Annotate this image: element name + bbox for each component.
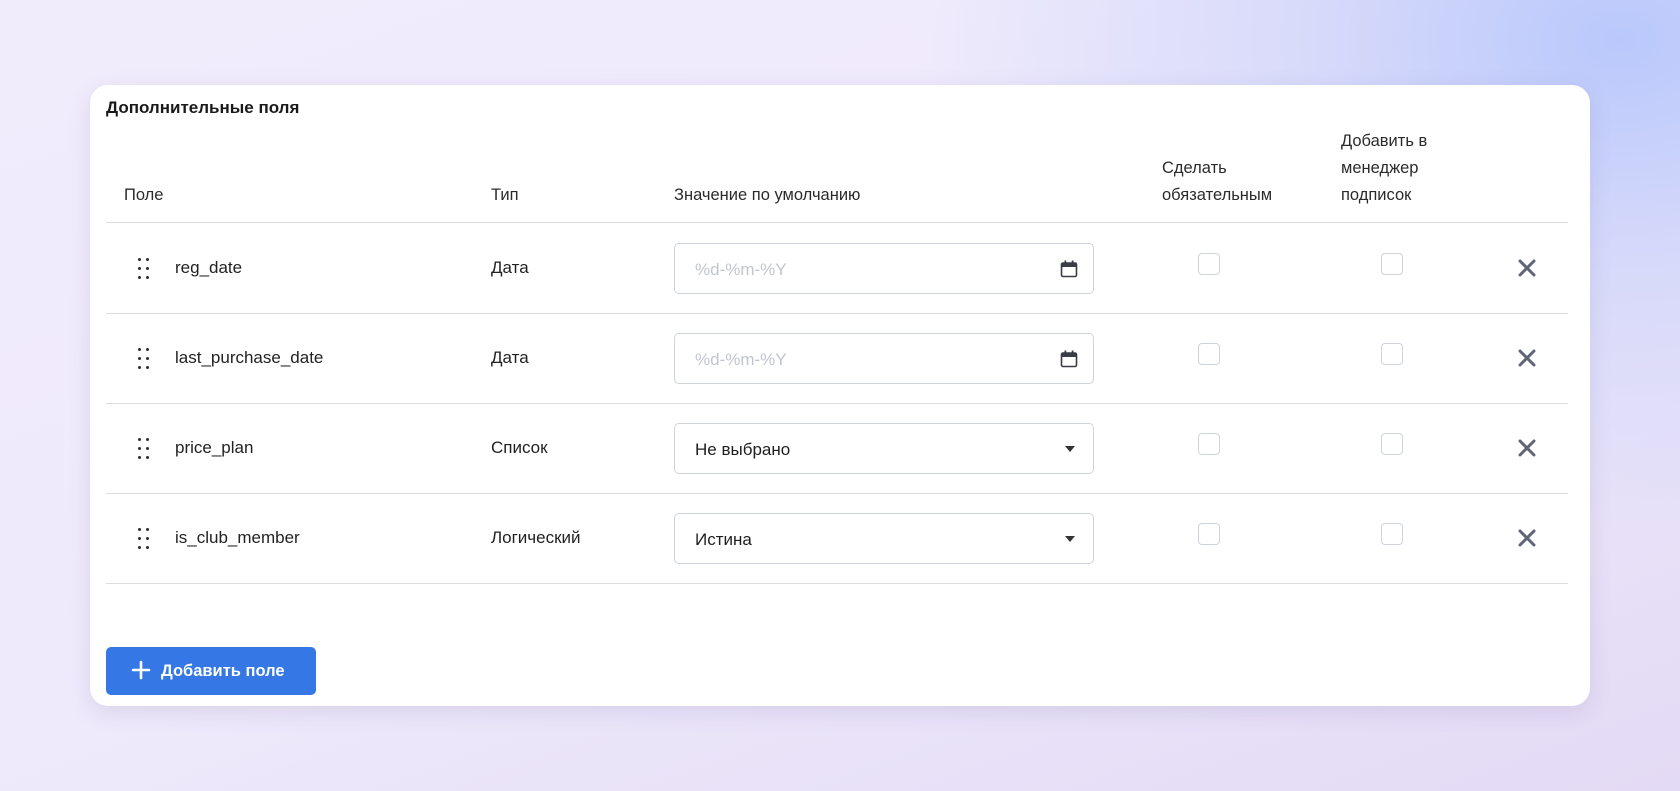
date-placeholder: %d-%m-%Y bbox=[695, 350, 787, 369]
default-value-select[interactable]: Не выбрано bbox=[674, 423, 1094, 474]
subscription-manager-checkbox[interactable] bbox=[1381, 253, 1403, 275]
select-value: Истина bbox=[695, 530, 752, 549]
subscription-manager-checkbox[interactable] bbox=[1381, 433, 1403, 455]
add-field-label: Добавить поле bbox=[161, 662, 285, 680]
column-header-type: Тип bbox=[491, 186, 519, 204]
default-value-date-input[interactable]: %d-%m-%Y bbox=[674, 243, 1094, 294]
chevron-down-icon[interactable] bbox=[1065, 536, 1075, 542]
column-header-subscriptions: Добавить в менеджер подписок bbox=[1341, 128, 1427, 209]
close-icon[interactable] bbox=[1516, 437, 1538, 459]
calendar-icon[interactable] bbox=[1059, 349, 1079, 369]
drag-handle-icon[interactable] bbox=[138, 528, 150, 550]
drag-handle-icon[interactable] bbox=[138, 258, 150, 280]
field-type: Дата bbox=[491, 348, 529, 367]
section-title: Дополнительные поля bbox=[106, 98, 300, 117]
table-row: reg_date Дата %d-%m-%Y bbox=[106, 224, 1568, 314]
required-checkbox[interactable] bbox=[1198, 253, 1220, 275]
field-type: Дата bbox=[491, 258, 529, 277]
subscription-manager-checkbox[interactable] bbox=[1381, 523, 1403, 545]
calendar-icon[interactable] bbox=[1059, 259, 1079, 279]
column-header-required-line2: обязательным bbox=[1162, 186, 1273, 204]
add-field-button[interactable]: Добавить поле bbox=[106, 647, 316, 695]
column-header-subscriptions-line2: менеджер bbox=[1341, 159, 1419, 177]
required-checkbox[interactable] bbox=[1198, 523, 1220, 545]
column-header-default: Значение по умолчанию bbox=[674, 186, 861, 204]
field-type: Логический bbox=[491, 528, 581, 547]
required-checkbox[interactable] bbox=[1198, 343, 1220, 365]
table-row: is_club_member Логический Истина bbox=[106, 494, 1568, 584]
close-icon[interactable] bbox=[1516, 347, 1538, 369]
chevron-down-icon[interactable] bbox=[1065, 446, 1075, 452]
column-header-required: Сделать обязательным bbox=[1162, 155, 1272, 209]
column-header-field: Поле bbox=[124, 186, 164, 204]
close-icon[interactable] bbox=[1516, 257, 1538, 279]
field-name: reg_date bbox=[175, 258, 243, 277]
field-type: Список bbox=[491, 438, 548, 457]
column-header-required-line1: Сделать bbox=[1162, 159, 1227, 177]
subscription-manager-checkbox[interactable] bbox=[1381, 343, 1403, 365]
date-placeholder: %d-%m-%Y bbox=[695, 260, 787, 279]
column-header-subscriptions-line1: Добавить в bbox=[1341, 132, 1428, 150]
select-value: Не выбрано bbox=[695, 440, 791, 459]
close-icon[interactable] bbox=[1516, 527, 1538, 549]
drag-handle-icon[interactable] bbox=[138, 438, 150, 460]
field-name: last_purchase_date bbox=[175, 348, 324, 367]
plus-icon bbox=[131, 660, 151, 680]
field-name: is_club_member bbox=[175, 528, 300, 547]
table-row: last_purchase_date Дата %d-%m-%Y bbox=[106, 314, 1568, 404]
required-checkbox[interactable] bbox=[1198, 433, 1220, 455]
drag-handle-icon[interactable] bbox=[138, 348, 150, 370]
column-header-subscriptions-line3: подписок bbox=[1341, 186, 1412, 204]
default-value-select[interactable]: Истина bbox=[674, 513, 1094, 564]
table-row: price_plan Список Не выбрано bbox=[106, 404, 1568, 494]
table-header: Поле Тип Значение по умолчанию Сделать о… bbox=[106, 132, 1568, 223]
field-name: price_plan bbox=[175, 438, 254, 457]
default-value-date-input[interactable]: %d-%m-%Y bbox=[674, 333, 1094, 384]
additional-fields-card: Дополнительные поля Поле Тип Значение по… bbox=[90, 85, 1590, 706]
